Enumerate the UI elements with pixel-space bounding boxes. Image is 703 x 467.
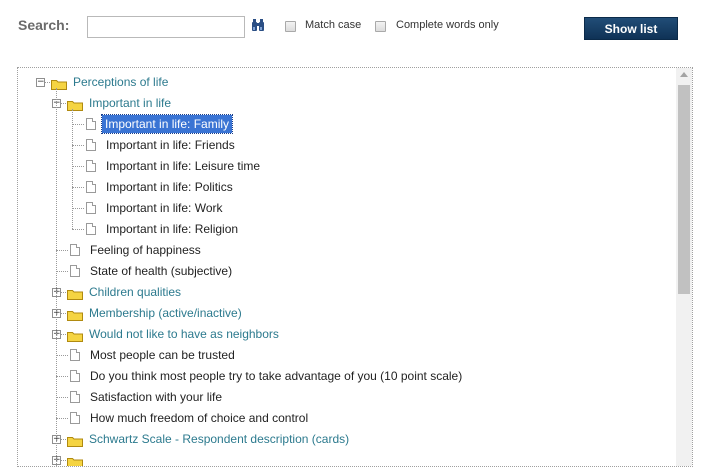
tree-leaf-label[interactable]: State of health (subjective)	[90, 261, 232, 281]
tree-folder-node[interactable]: + Schwartz Scale - Respondent description…	[18, 429, 668, 449]
tree-connector	[61, 439, 66, 440]
document-icon	[70, 349, 80, 361]
tree-leaf-label[interactable]: Satisfaction with your life	[90, 387, 222, 407]
tree-folder-node[interactable]: + Would not like to have as neighbors	[18, 324, 668, 344]
complete-words-checkbox[interactable]	[375, 21, 386, 32]
tree-connector	[72, 166, 84, 167]
document-icon	[70, 412, 80, 424]
tree-leaf-node[interactable]: Important in life: Family	[18, 114, 668, 134]
document-icon	[86, 202, 96, 214]
folder-icon	[51, 76, 67, 90]
show-list-button[interactable]: Show list	[584, 17, 678, 40]
tree-leaf-node[interactable]: Feeling of happiness	[18, 240, 668, 260]
tree-leaf-label[interactable]: Important in life: Leisure time	[106, 156, 260, 176]
folder-icon	[67, 286, 83, 300]
tree-leaf-label[interactable]: Most people can be trusted	[90, 345, 235, 365]
tree-leaf-node[interactable]: Important in life: Politics	[18, 177, 668, 197]
tree-connector	[72, 229, 84, 230]
tree-leaf-label[interactable]: Feeling of happiness	[90, 240, 201, 260]
vertical-scrollbar[interactable]	[676, 68, 692, 466]
document-icon	[86, 160, 96, 172]
tree-leaf-node[interactable]: Most people can be trusted	[18, 345, 668, 365]
tree-folder-node[interactable]: − Perceptions of life	[18, 72, 668, 92]
tree-connector	[61, 313, 66, 314]
tree-leaf-node[interactable]: Important in life: Religion	[18, 219, 668, 239]
document-icon	[86, 118, 96, 130]
search-label: Search:	[18, 17, 70, 33]
tree-folder-label[interactable]: Would not like to have as neighbors	[89, 324, 279, 344]
tree-leaf-node[interactable]: Important in life: Work	[18, 198, 668, 218]
tree-leaf-label[interactable]: Do you think most people try to take adv…	[90, 366, 462, 386]
tree-leaf-label[interactable]: Important in life: Religion	[106, 219, 238, 239]
tree-leaf-node[interactable]: Important in life: Friends	[18, 135, 668, 155]
document-icon	[70, 370, 80, 382]
tree-folder-label[interactable]: Perceptions of life	[73, 72, 168, 92]
tree-folder-label[interactable]: Membership (active/inactive)	[89, 303, 242, 323]
tree-leaf-label[interactable]: How much freedom of choice and control	[90, 408, 308, 428]
tree-connector	[56, 355, 68, 356]
collapse-icon[interactable]: −	[36, 78, 45, 87]
document-icon	[86, 181, 96, 193]
complete-words-label: Complete words only	[396, 19, 499, 31]
tree-guide-line	[56, 88, 57, 466]
document-icon	[70, 391, 80, 403]
tree-folder-label[interactable]: Children qualities	[89, 282, 181, 302]
tree-leaf-node[interactable]: State of health (subjective)	[18, 261, 668, 281]
variable-tree: − Perceptions of life − Important in life Im…	[17, 67, 693, 467]
binoculars-icon[interactable]	[251, 18, 265, 32]
tree-connector	[61, 292, 66, 293]
tree-folder-node[interactable]: + Membership (active/inactive)	[18, 303, 668, 323]
tree-leaf-node[interactable]: Do you think most people try to take adv…	[18, 366, 668, 386]
tree-connector	[72, 187, 84, 188]
tree-leaf-node[interactable]: Important in life: Leisure time	[18, 156, 668, 176]
tree-folder-node[interactable]: +	[18, 450, 668, 466]
match-case-label: Match case	[305, 19, 362, 31]
tree-connector	[56, 376, 68, 377]
folder-icon	[67, 433, 83, 447]
tree-connector	[56, 418, 68, 419]
document-icon	[70, 244, 80, 256]
tree-connector	[61, 103, 66, 104]
tree-connector	[56, 250, 68, 251]
tree-leaf-label[interactable]: Important in life: Friends	[106, 135, 235, 155]
tree-connector	[72, 208, 84, 209]
tree-connector	[61, 334, 66, 335]
scroll-thumb[interactable]	[678, 85, 690, 294]
tree-leaf-label[interactable]: Important in life: Politics	[106, 177, 233, 197]
tree-connector	[56, 271, 68, 272]
selected-variable-label[interactable]: Important in life: Family	[100, 114, 234, 134]
tree-leaf-node[interactable]: Satisfaction with your life	[18, 387, 668, 407]
scroll-up-arrow-icon[interactable]	[680, 72, 688, 77]
folder-icon	[67, 307, 83, 321]
folder-icon	[67, 97, 83, 111]
document-icon	[86, 139, 96, 151]
tree-guide-line	[72, 109, 73, 229]
tree-connector	[56, 397, 68, 398]
tree-connector	[72, 124, 84, 125]
tree-leaf-node[interactable]: How much freedom of choice and control	[18, 408, 668, 428]
tree-folder-label[interactable]: Schwartz Scale - Respondent description …	[89, 429, 349, 449]
tree-folder-node[interactable]: − Important in life	[18, 93, 668, 113]
folder-icon	[67, 328, 83, 342]
folder-icon	[67, 454, 83, 466]
tree-folder-node[interactable]: + Children qualities	[18, 282, 668, 302]
document-icon	[70, 265, 80, 277]
tree-connector	[45, 82, 50, 83]
tree-connector	[61, 460, 66, 461]
tree-connector	[72, 145, 84, 146]
match-case-checkbox[interactable]	[285, 21, 296, 32]
tree-folder-label[interactable]: Important in life	[89, 93, 171, 113]
tree-leaf-label[interactable]: Important in life: Work	[106, 198, 222, 218]
document-icon	[86, 223, 96, 235]
search-input[interactable]	[87, 16, 245, 38]
